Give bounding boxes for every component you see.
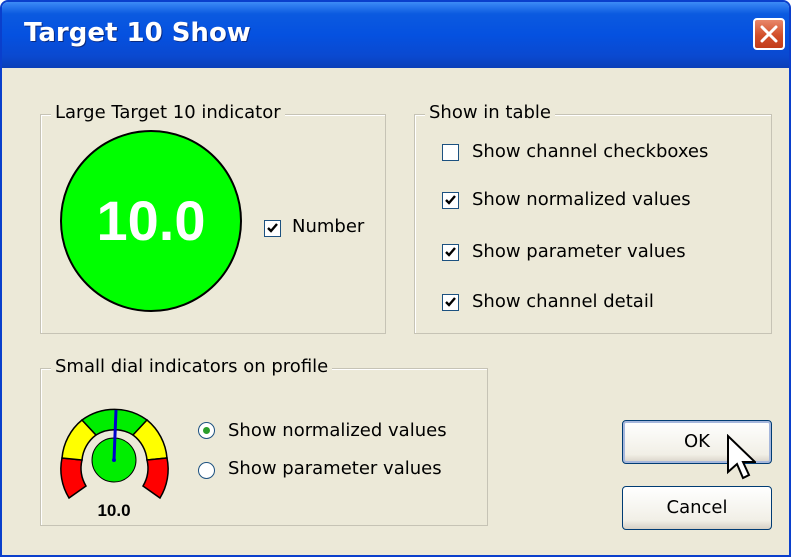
small-dial-group-label: Small dial indicators on profile [51,356,333,377]
show-normalized-values-label: Show normalized values [472,189,691,210]
show-channel-detail-checkbox[interactable] [442,294,459,311]
show-parameter-values-checkbox[interactable] [442,244,459,261]
window-title: Target 10 Show [24,18,251,48]
large-indicator-value: 10.0 [97,189,206,252]
mouse-cursor-icon [727,434,756,480]
dial-normalized-label: Show normalized values [228,420,447,441]
checkmark-icon [445,195,456,205]
checkmark-icon [445,247,456,257]
show-normalized-values-checkbox[interactable] [442,192,459,209]
checkmark-icon [267,223,278,233]
number-checkbox-label: Number [292,216,365,237]
dialog-window: Target 10 Show Large Target 10 indicator… [0,0,791,557]
show-channel-checkboxes-label: Show channel checkboxes [472,141,709,162]
show-channel-checkboxes-checkbox[interactable] [442,144,459,161]
small-dial-value: 10.0 [97,501,130,518]
dial-parameter-label: Show parameter values [228,458,442,479]
close-icon [760,25,778,43]
number-checkbox[interactable] [264,220,281,237]
show-channel-detail-label: Show channel detail [472,291,654,312]
show-parameter-values-label: Show parameter values [472,241,686,262]
close-button[interactable] [753,18,785,50]
checkmark-icon [445,297,456,307]
title-bar[interactable]: Target 10 Show [2,2,789,68]
cancel-button[interactable]: Cancel [622,486,772,530]
show-in-table-group-label: Show in table [425,102,556,123]
large-target-indicator: 10.0 [60,130,242,312]
small-dial-indicator: 10.0 [60,408,169,518]
radio-selected-dot [203,427,210,434]
dial-normalized-radio[interactable] [198,422,215,439]
dial-parameter-radio[interactable] [198,462,215,479]
large-indicator-group-label: Large Target 10 indicator [51,102,285,123]
